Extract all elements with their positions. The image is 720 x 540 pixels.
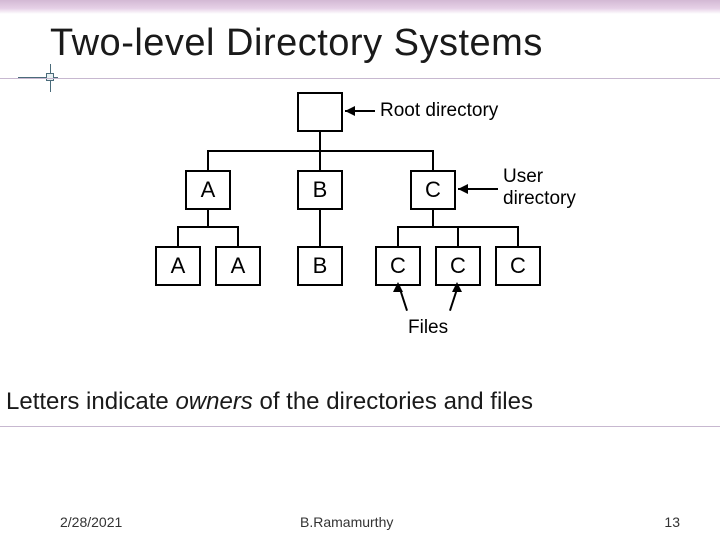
file-a2-label: A — [231, 253, 246, 279]
conn-c-file1-down — [397, 226, 399, 246]
file-b1-label: B — [313, 253, 328, 279]
directory-tree-diagram: Root directory A B C User directory A A … — [0, 70, 720, 370]
user-dir-c: C — [410, 170, 456, 210]
conn-a-sub-h — [177, 226, 239, 228]
files-label: Files — [408, 317, 448, 339]
userdir-arrow-head — [458, 184, 468, 194]
file-c1-label: C — [390, 253, 406, 279]
file-c1: C — [375, 246, 421, 286]
file-a1: A — [155, 246, 201, 286]
footer-date: 2/28/2021 — [60, 514, 122, 530]
root-arrow-head — [345, 106, 355, 116]
user-dir-b-label: B — [313, 177, 328, 203]
file-c2-label: C — [450, 253, 466, 279]
footer-author: B.Ramamurthy — [300, 514, 393, 530]
user-dir-c-label: C — [425, 177, 441, 203]
conn-root-down — [319, 132, 321, 150]
file-b1: B — [297, 246, 343, 286]
caption-underline — [0, 426, 720, 427]
root-directory-box — [297, 92, 343, 132]
files-arrow-left-head — [393, 282, 403, 292]
conn-b-down — [319, 150, 321, 170]
conn-a-file1-down — [177, 226, 179, 246]
user-dir-a-label: A — [201, 177, 216, 203]
file-c2: C — [435, 246, 481, 286]
slide-caption: Letters indicate owners of the directori… — [6, 388, 533, 416]
caption-prefix: Letters indicate — [6, 388, 175, 415]
file-a2: A — [215, 246, 261, 286]
caption-suffix: of the directories and files — [253, 388, 533, 415]
user-dir-b: B — [297, 170, 343, 210]
conn-c-sub-down — [432, 210, 434, 226]
user-directory-label: User directory — [503, 166, 576, 210]
user-dir-a: A — [185, 170, 231, 210]
slide-title: Two-level Directory Systems — [50, 22, 543, 65]
user-directory-label-l1: User — [503, 166, 543, 187]
conn-b-sub-down — [319, 210, 321, 246]
conn-c-file2-down — [457, 226, 459, 246]
caption-em: owners — [175, 388, 252, 415]
conn-c-file3-down — [517, 226, 519, 246]
slide-top-gradient — [0, 0, 720, 14]
conn-a-file2-down — [237, 226, 239, 246]
file-a1-label: A — [171, 253, 186, 279]
file-c3-label: C — [510, 253, 526, 279]
files-arrow-right-head — [452, 282, 462, 292]
footer-page-number: 13 — [664, 514, 680, 530]
user-directory-label-l2: directory — [503, 188, 576, 209]
conn-a-sub-down — [207, 210, 209, 226]
conn-a-down — [207, 150, 209, 170]
conn-c-down — [432, 150, 434, 170]
file-c3: C — [495, 246, 541, 286]
root-directory-label: Root directory — [380, 100, 498, 122]
